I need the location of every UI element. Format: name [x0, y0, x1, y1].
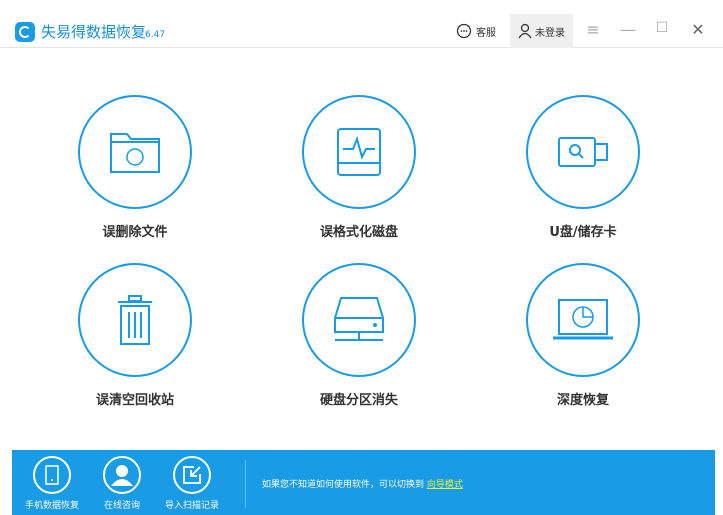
hint-text: 如果您不知道如何使用软件，可以切换到 向导模式 — [262, 477, 463, 490]
minimize-button[interactable]: — — [618, 20, 638, 39]
bottom-label: 手机数据恢复 — [24, 501, 79, 511]
tile-deep-recovery[interactable]: 深度恢复 — [503, 263, 663, 408]
person-icon — [111, 465, 133, 486]
laptop-icon — [553, 299, 613, 340]
phone-recovery-button[interactable]: 手机数据恢复 — [12, 456, 92, 511]
tile-recycle-bin[interactable]: 误清空回收站 — [55, 263, 215, 408]
online-consult-button[interactable]: 在线咨询 — [82, 456, 162, 511]
divider — [245, 460, 246, 508]
title-bar: 失易得数据恢复 6.47 客服 未登录 ≡ — ☐ ✕ — [0, 0, 723, 48]
app-title: 失易得数据恢复 — [41, 23, 147, 41]
tile-label: 误格式化磁盘 — [319, 225, 398, 240]
tile-label: 误删除文件 — [102, 225, 168, 240]
tile-formatted-disk[interactable]: 误格式化磁盘 — [279, 95, 439, 240]
usb-drive-icon — [558, 137, 608, 167]
login-button[interactable]: 未登录 — [510, 14, 573, 48]
tile-deleted-files[interactable]: 误删除文件 — [55, 95, 215, 240]
customer-service-button[interactable]: 客服 — [456, 14, 496, 48]
hint-label: 如果您不知道如何使用软件，可以切换到 — [262, 480, 427, 490]
trash-icon — [118, 295, 152, 345]
import-icon — [183, 466, 201, 484]
tile-label: 误清空回收站 — [95, 393, 174, 408]
close-button[interactable]: ✕ — [688, 20, 708, 39]
folder-icon — [110, 133, 160, 173]
import-scan-button[interactable]: 导入扫描记录 — [152, 456, 232, 511]
tile-label: 硬盘分区消失 — [319, 393, 398, 408]
bottom-label: 导入扫描记录 — [164, 501, 219, 511]
tile-label: U盘/储存卡 — [549, 225, 617, 240]
disk-pulse-icon — [337, 128, 381, 176]
guide-mode-link[interactable]: 向导模式 — [427, 480, 463, 490]
hard-drive-network-icon — [334, 297, 384, 341]
maximize-button[interactable]: ☐ — [652, 20, 672, 36]
bottom-bar: 手机数据恢复 在线咨询 导入扫描记录 如果您不知道如何使用软件，可以切换到 向导… — [12, 450, 715, 515]
login-label: 未登录 — [535, 27, 565, 39]
app-logo-icon — [15, 22, 35, 42]
phone-icon — [45, 465, 59, 485]
bottom-label: 在线咨询 — [103, 501, 140, 511]
app-version: 6.47 — [145, 30, 166, 40]
menu-icon[interactable]: ≡ — [583, 20, 603, 39]
user-icon — [518, 23, 532, 39]
tile-label: 深度恢复 — [556, 393, 609, 408]
tile-usb-card[interactable]: U盘/储存卡 — [503, 95, 663, 240]
chat-icon — [456, 23, 472, 39]
service-label: 客服 — [476, 27, 496, 39]
tile-lost-partition[interactable]: 硬盘分区消失 — [279, 263, 439, 408]
